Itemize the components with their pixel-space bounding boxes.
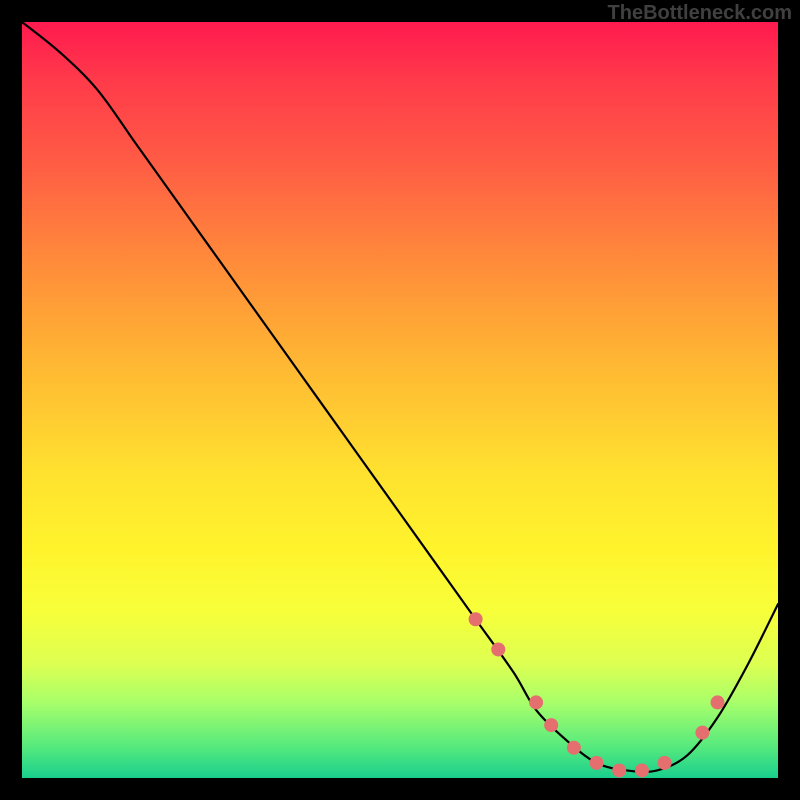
highlight-dot: [491, 642, 505, 656]
highlight-dot: [544, 718, 558, 732]
highlight-dot: [612, 763, 626, 777]
highlight-dot: [567, 741, 581, 755]
highlight-dot: [695, 726, 709, 740]
highlight-dot: [529, 695, 543, 709]
watermark-text: TheBottleneck.com: [608, 2, 792, 25]
highlight-dot: [469, 612, 483, 626]
highlight-dot: [658, 756, 672, 770]
highlight-dot: [635, 763, 649, 777]
highlight-dot: [711, 695, 725, 709]
highlight-dots: [469, 612, 725, 777]
highlight-dot: [590, 756, 604, 770]
curve-layer: [22, 22, 778, 778]
chart-frame: TheBottleneck.com: [0, 0, 800, 800]
bottleneck-curve: [22, 22, 778, 772]
plot-area: [22, 22, 778, 778]
